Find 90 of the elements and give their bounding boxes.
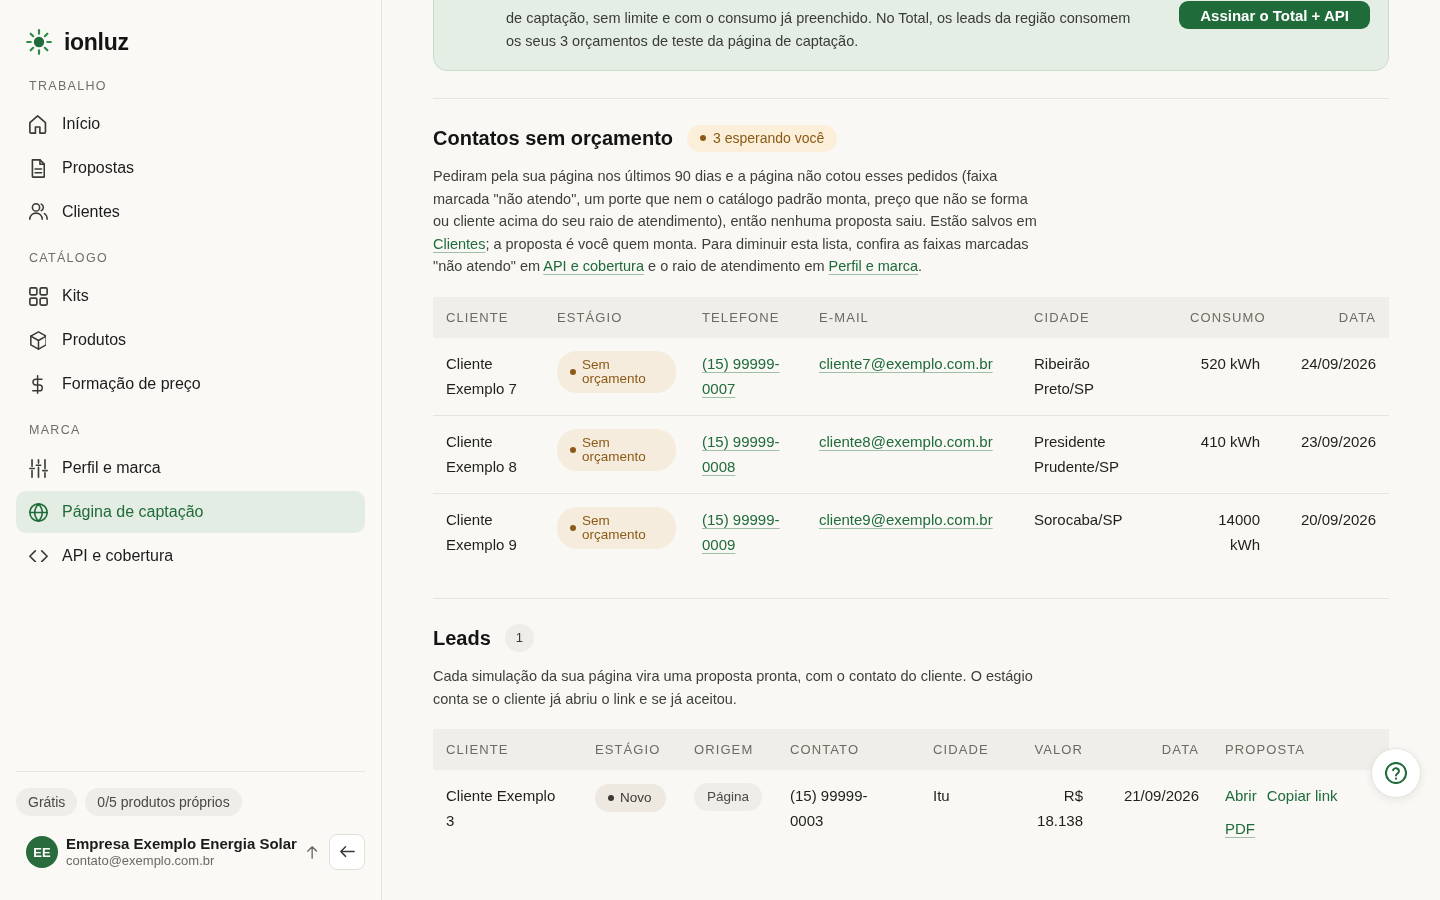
avatar: EE xyxy=(26,836,58,868)
table-cell: 24/09/2026 xyxy=(1273,337,1389,416)
status-label: Novo xyxy=(620,791,652,806)
email-link[interactable]: cliente8@exemplo.com.br xyxy=(819,432,993,450)
cube-icon xyxy=(29,330,47,350)
nav-section-heading: CATÁLOGO xyxy=(28,250,109,266)
column-header: CONSUMO xyxy=(1177,296,1273,338)
column-header: CLIENTE xyxy=(433,296,544,338)
status-dot-icon xyxy=(700,135,707,141)
nav-item[interactable]: Propostas xyxy=(16,147,365,189)
status-label: Sem orçamento xyxy=(582,435,647,464)
table-cell: Ribeirão Preto/SP xyxy=(1021,337,1177,416)
section-description: Cada simulação da sua página vira uma proposta pronta, com o contato do cliente. O estágio conta se o cliente já abriu o link e se já aceitou. xyxy=(433,666,1034,709)
brand-name: ionluz xyxy=(64,28,129,56)
section-title: Contatos sem orçamento xyxy=(433,126,674,151)
column-header: PROPOSTA xyxy=(1212,729,1389,771)
nav-item[interactable]: Clientes xyxy=(16,191,365,233)
table-cell: Presidente Prudente/SP xyxy=(1021,415,1177,494)
action-link[interactable]: Copiar link xyxy=(1266,783,1338,809)
email-link[interactable]: cliente7@exemplo.com.br xyxy=(819,354,993,372)
count-badge: 1 xyxy=(504,623,534,652)
column-header: ORIGEM xyxy=(681,729,777,771)
file-link[interactable]: PDF xyxy=(1225,816,1255,842)
section-title: Leads xyxy=(433,625,491,651)
sun-logo-icon xyxy=(26,29,52,55)
status-label: Sem orçamento xyxy=(582,513,647,542)
account-menu-button[interactable] xyxy=(306,845,318,859)
arrow-up-icon xyxy=(306,845,318,859)
help-button[interactable] xyxy=(1371,748,1421,798)
table-cell: 21/09/2026 xyxy=(1096,770,1212,856)
column-header: CIDADE xyxy=(1021,296,1177,338)
column-header: E-MAIL xyxy=(806,296,1021,338)
column-header: VALOR xyxy=(1020,729,1096,771)
nav-item[interactable]: Kits xyxy=(16,275,365,317)
banner-text: de captação, sem limite e com o consumo já preenchido. No Total, os leads da região consomem os seus 3 orçamentos de teste da página de captação. xyxy=(506,9,1132,51)
dollar-icon xyxy=(32,374,44,394)
info-chip: 0/5 produtos próprios xyxy=(85,788,242,816)
subscribe-button[interactable]: Assinar o Total + API xyxy=(1179,1,1370,29)
column-header: ESTÁGIO xyxy=(544,296,689,338)
column-header: CONTATO xyxy=(777,729,920,771)
nav-item[interactable]: Perfil e marca xyxy=(16,447,365,489)
table-cell: Cliente Exemplo 9 xyxy=(433,493,544,571)
table-cell: Sorocaba/SP xyxy=(1021,493,1177,571)
phone-link[interactable]: (15) 99999-0008 xyxy=(702,428,784,479)
globe-icon xyxy=(28,502,48,522)
nav-section-heading: TRABALHO xyxy=(28,78,108,94)
column-header: DATA xyxy=(1096,729,1212,771)
table-cell: 410 kWh xyxy=(1177,415,1273,494)
origin-tag: Página xyxy=(694,783,763,812)
arrow-left-icon xyxy=(339,846,355,858)
table-cell: Itu xyxy=(920,770,1020,856)
table-cell: (15) 99999-0003 xyxy=(777,770,920,856)
section-description: Pediram pela sua página nos últimos 90 dias e a página não cotou esses pedidos (faixa marcada "não atendo", um porte que nem o catálogo padrão monta, preço que não se forma ou cliente acima do seu raio de atendimento), então nenhuma proposta saiu. Estão salvos em Clientes; a proposta é você quem monta. Para diminuir esta lista, confira as faixas marcadas "não atendo" em API e cobertura e o raio de atendimento em Perfil e marca. xyxy=(433,167,1038,277)
email-link[interactable]: cliente9@exemplo.com.br xyxy=(819,510,993,528)
inline-link[interactable]: Clientes xyxy=(433,235,486,252)
column-header: ESTÁGIO xyxy=(582,729,681,771)
document-icon xyxy=(30,158,46,178)
table-cell: Cliente Exemplo 7 xyxy=(433,337,544,416)
nav-item[interactable]: Formação de preço xyxy=(16,363,365,405)
table-cell: Cliente Exemplo 8 xyxy=(433,415,544,494)
nav-item[interactable]: Início xyxy=(16,103,365,145)
table-cell: 14000 kWh xyxy=(1177,493,1273,571)
column-header: CIDADE xyxy=(920,729,1020,771)
waiting-label: 3 esperando você xyxy=(713,130,825,146)
column-header: TELEFONE xyxy=(689,296,806,338)
account-name: Empresa Exemplo Energia Solar xyxy=(66,835,297,853)
nav-item[interactable]: Produtos xyxy=(16,319,365,361)
grid-icon xyxy=(28,286,48,306)
table-cell: R$ 18.138 xyxy=(1020,770,1096,856)
collapse-sidebar-button[interactable] xyxy=(329,834,365,870)
account-email: contato@exemplo.com.br xyxy=(66,853,216,869)
table-cell: 23/09/2026 xyxy=(1273,415,1389,494)
table-cell: 20/09/2026 xyxy=(1273,493,1389,571)
nav-section-heading: MARCA xyxy=(28,422,82,438)
people-icon xyxy=(28,203,48,221)
nav-item[interactable]: Página de captação xyxy=(16,491,365,533)
action-link[interactable]: Abrir xyxy=(1225,783,1257,809)
house-icon xyxy=(29,114,47,134)
info-chip: Grátis xyxy=(16,788,78,816)
sliders-icon xyxy=(28,458,48,478)
inline-link[interactable]: API e cobertura xyxy=(543,258,644,275)
column-header: DATA xyxy=(1273,296,1389,338)
status-label: Sem orçamento xyxy=(582,357,647,386)
table-cell: Cliente Exemplo 3 xyxy=(433,770,582,856)
code-brackets-icon xyxy=(28,549,48,563)
table-cell: 520 kWh xyxy=(1177,337,1273,416)
phone-link[interactable]: (15) 99999-0009 xyxy=(702,506,784,557)
column-header: CLIENTE xyxy=(433,729,582,771)
phone-link[interactable]: (15) 99999-0007 xyxy=(702,350,784,401)
nav-item[interactable]: API e cobertura xyxy=(16,535,365,577)
